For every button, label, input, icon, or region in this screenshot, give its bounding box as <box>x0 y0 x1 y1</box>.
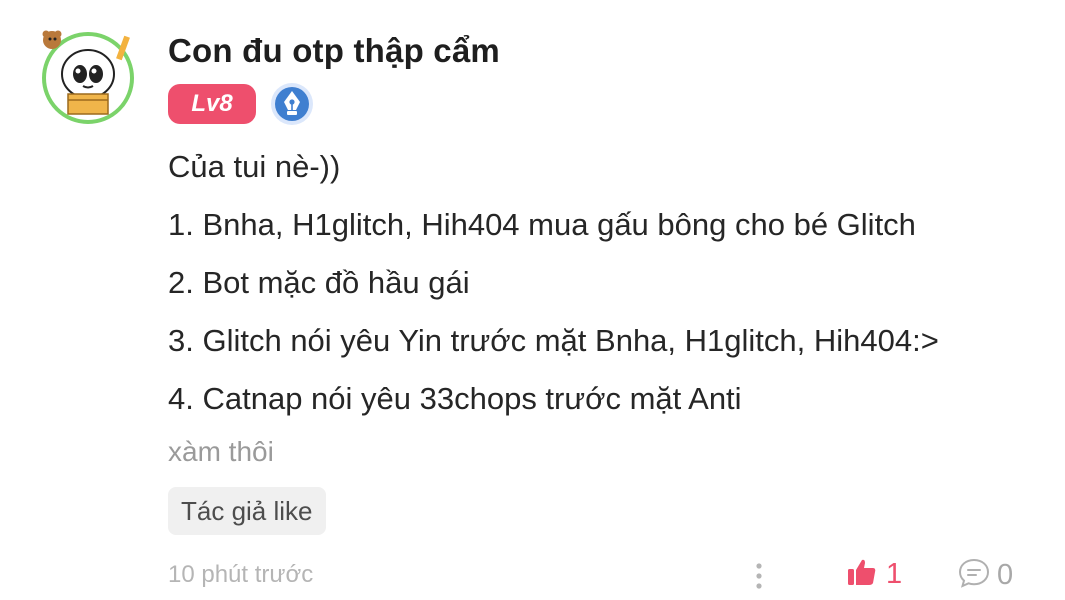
comment-line: 3. Glitch nói yêu Yin trước mặt Bnha, H1… <box>168 323 939 358</box>
author-like-tag: Tác giả like <box>168 487 326 535</box>
comment-bubble-icon <box>957 556 991 595</box>
comment-line: 2. Bot mặc đồ hầu gái <box>168 265 470 300</box>
more-vertical-icon[interactable] <box>748 561 770 591</box>
badge-row: Lv8 <box>168 82 314 126</box>
comment-count: 0 <box>997 559 1014 591</box>
thumbs-up-icon <box>846 556 878 593</box>
comment-line: 4. Catnap nói yêu 33chops trước mặt Anti <box>168 381 742 416</box>
timestamp: 10 phút trước <box>168 561 314 588</box>
comment-line: 1. Bnha, H1glitch, Hih404 mua gấu bông c… <box>168 207 916 242</box>
level-badge: Lv8 <box>168 84 256 124</box>
comment-line: Của tui nè-)) <box>168 149 341 184</box>
username[interactable]: Con đu otp thập cẩm <box>168 32 500 70</box>
comment-body: Của tui nè-)) 1. Bnha, H1glitch, Hih404 … <box>168 145 939 435</box>
like-count: 1 <box>886 558 903 590</box>
pen-nib-icon <box>270 82 314 126</box>
comment-button[interactable]: 0 <box>957 556 1013 595</box>
avatar[interactable] <box>40 30 136 126</box>
comment-note: xàm thôi <box>168 436 274 467</box>
like-button[interactable]: 1 <box>846 556 902 593</box>
